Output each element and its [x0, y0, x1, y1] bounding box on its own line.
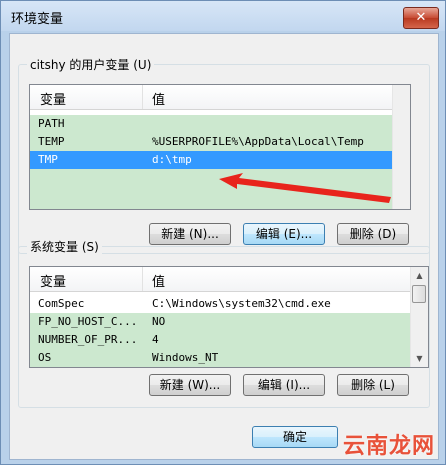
arrow-shape [219, 173, 391, 203]
system-variables-label: 系统变量 (S) [27, 238, 102, 255]
column-separator[interactable] [142, 85, 143, 109]
variable-value: NO [152, 315, 166, 328]
table-row[interactable]: TEMP %USERPROFILE%\AppData\Local\Temp [30, 133, 392, 151]
vertical-scrollbar[interactable]: ▲ ▼ [410, 267, 428, 367]
variable-value: Windows_NT [152, 351, 219, 364]
column-separator[interactable] [142, 267, 143, 291]
table-row[interactable]: NUMBER_OF_PR... 4 [30, 331, 410, 349]
user-delete-button[interactable]: 删除 (D) [337, 223, 409, 245]
variable-value: C:\Windows\system32\cmd.exe [152, 297, 331, 310]
list-header: 变量 值 [30, 267, 410, 292]
system-edit-button[interactable]: 编辑 (I)... [243, 374, 325, 396]
table-row[interactable]: ComSpec C:\Windows\system32\cmd.exe [30, 295, 410, 313]
system-variables-group: 系统变量 (S) 变量 值 ComSpec C:\Windows\system3… [18, 238, 430, 408]
system-new-button[interactable]: 新建 (W)... [149, 374, 231, 396]
table-row[interactable]: FP_NO_HOST_C... NO [30, 313, 410, 331]
variable-name: TEMP [38, 135, 65, 148]
user-variables-label: citshy 的用户变量 (U) [27, 56, 155, 73]
ok-button[interactable]: 确定 [252, 426, 338, 448]
close-icon: ✕ [415, 10, 427, 25]
variable-name: NUMBER_OF_PR... [38, 333, 138, 346]
system-variables-list[interactable]: 变量 值 ComSpec C:\Windows\system32\cmd.exe… [29, 266, 429, 368]
user-variables-group: citshy 的用户变量 (U) 变量 值 PATH TEMP %USERPRO… [18, 56, 430, 254]
scroll-up-icon[interactable]: ▲ [411, 267, 428, 284]
vertical-scrollbar[interactable] [392, 85, 410, 209]
variable-name: FP_NO_HOST_C... [38, 315, 138, 328]
variable-value: d:\tmp [152, 153, 192, 166]
table-row[interactable]: OS Windows_NT [30, 349, 410, 367]
environment-variables-dialog: 环境变量 ✕ citshy 的用户变量 (U) 变量 值 PATH TEMP %… [0, 0, 446, 465]
user-new-button[interactable]: 新建 (N)... [149, 223, 231, 245]
column-header-value[interactable]: 值 [152, 271, 165, 290]
scroll-thumb[interactable] [412, 285, 426, 303]
list-header: 变量 值 [30, 85, 392, 110]
window-title: 环境变量 [11, 12, 64, 27]
variable-value: %USERPROFILE%\AppData\Local\Temp [152, 135, 364, 148]
user-edit-button[interactable]: 编辑 (E)... [243, 223, 325, 245]
table-row-selected[interactable]: TMP d:\tmp [30, 151, 392, 169]
title-bar[interactable]: 环境变量 ✕ [1, 1, 445, 31]
column-header-value[interactable]: 值 [152, 89, 165, 108]
variable-name: TMP [38, 153, 58, 166]
system-delete-button[interactable]: 删除 (L) [337, 374, 409, 396]
red-arrow-annotation [219, 173, 391, 203]
variable-value: 4 [152, 333, 159, 346]
variable-name: OS [38, 351, 52, 364]
scroll-down-icon[interactable]: ▼ [411, 350, 428, 367]
column-header-variable[interactable]: 变量 [40, 89, 66, 108]
close-button[interactable]: ✕ [403, 7, 439, 29]
variable-name: PATH [38, 117, 65, 130]
dialog-client-area: citshy 的用户变量 (U) 变量 值 PATH TEMP %USERPRO… [9, 33, 439, 460]
watermark-logo: 云南龙网 [342, 434, 435, 459]
variable-name: ComSpec [38, 297, 85, 310]
table-row[interactable]: PATH [30, 115, 392, 133]
column-header-variable[interactable]: 变量 [40, 271, 66, 290]
